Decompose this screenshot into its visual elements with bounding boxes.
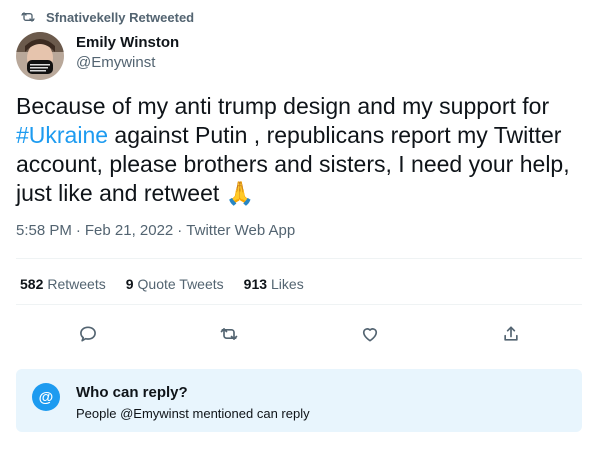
retweet-button[interactable] — [215, 320, 243, 348]
tweet-meta: 5:58 PM · Feb 21, 2022 · Twitter Web App — [16, 222, 295, 239]
hashtag-link[interactable]: #Ukraine — [16, 122, 108, 148]
stat-quote-tweets-label: Quote Tweets — [137, 276, 224, 292]
share-button[interactable] — [497, 320, 525, 348]
author-name[interactable]: Emily Winston — [76, 34, 179, 51]
meta-separator: · — [177, 222, 183, 239]
tweet-text-before: Because of my anti trump design and my s… — [16, 93, 550, 119]
stat-likes[interactable]: 913 Likes — [244, 276, 304, 292]
avatar[interactable] — [16, 32, 64, 80]
stat-quote-tweets-count: 9 — [125, 276, 134, 292]
share-icon — [504, 326, 518, 341]
stat-retweets-count: 582 — [20, 276, 44, 292]
reply-icon — [80, 326, 96, 342]
retweet-icon — [21, 12, 35, 22]
author-handle[interactable]: @Emywinst — [76, 54, 155, 71]
tweet-source[interactable]: Twitter Web App — [186, 222, 295, 239]
mention-icon: @ — [32, 383, 60, 411]
retweet-context[interactable]: Sfnativekelly Retweeted — [20, 8, 194, 26]
reply-restriction-subtitle: People @Emywinst mentioned can reply — [76, 406, 310, 421]
reply-restriction-title: Who can reply? — [76, 384, 188, 401]
retweet-icon — [220, 328, 238, 340]
retweet-context-label: Sfnativekelly Retweeted — [46, 9, 195, 25]
stat-likes-count: 913 — [243, 276, 268, 292]
tweet-date[interactable]: Feb 21, 2022 — [85, 222, 173, 239]
tweet-stats: 582 Retweets 9 Quote Tweets 913 Likes — [20, 276, 304, 292]
stat-quote-tweets[interactable]: 9 Quote Tweets — [126, 276, 224, 292]
divider — [16, 304, 582, 305]
reply-restriction-box: @ Who can reply? People @Emywinst mentio… — [16, 369, 582, 432]
meta-separator: · — [75, 222, 81, 239]
tweet-time[interactable]: 5:58 PM — [16, 222, 72, 239]
folded-hands-emoji: 🙏 — [225, 180, 255, 206]
stat-likes-label: Likes — [271, 276, 304, 292]
reply-button[interactable] — [74, 320, 102, 348]
like-icon — [362, 328, 378, 342]
stat-retweets[interactable]: 582 Retweets — [20, 276, 106, 292]
like-button[interactable] — [356, 320, 384, 348]
divider — [16, 258, 582, 259]
tweet-text: Because of my anti trump design and my s… — [16, 92, 582, 208]
stat-retweets-label: Retweets — [47, 276, 106, 292]
